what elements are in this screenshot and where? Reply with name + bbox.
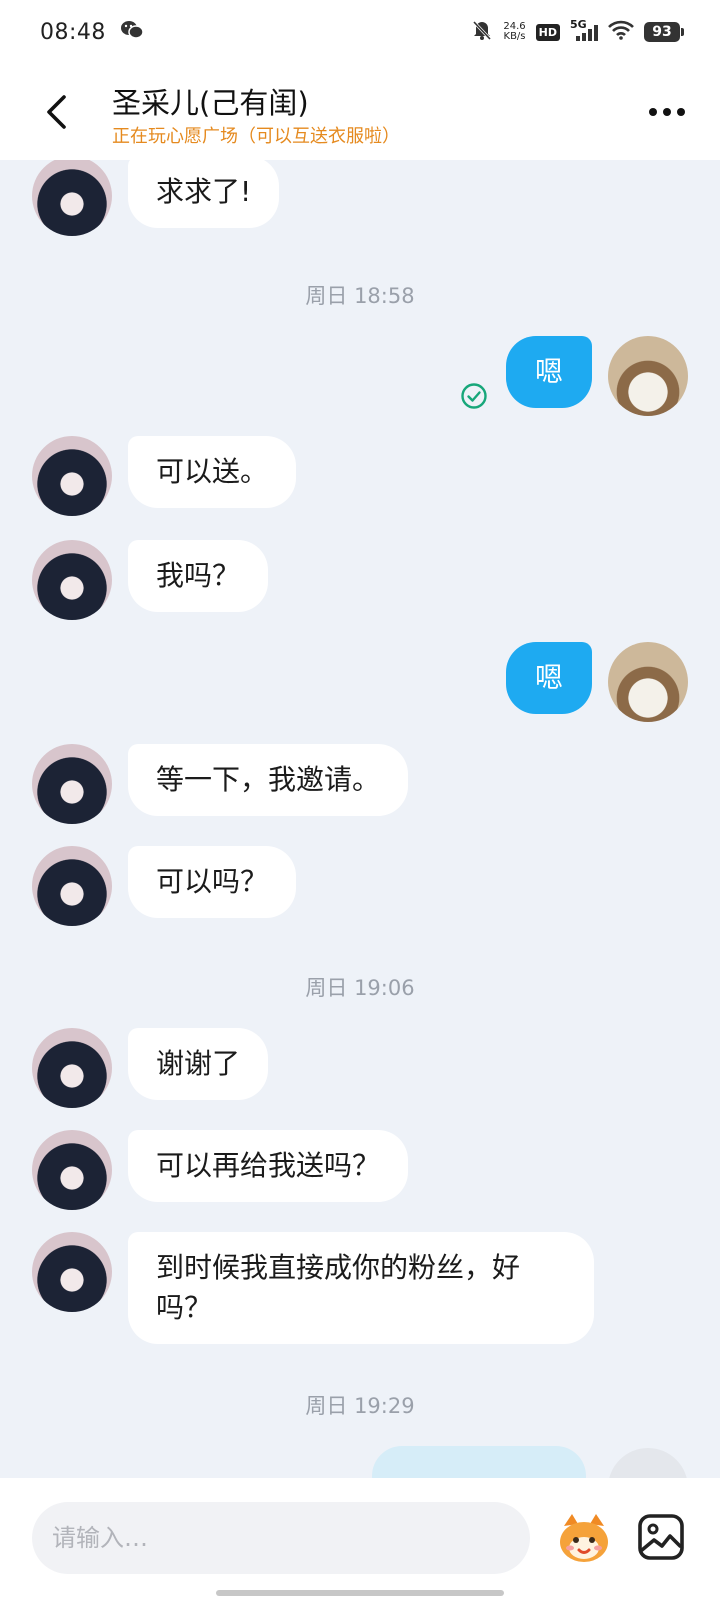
contact-avatar[interactable]	[32, 1130, 112, 1210]
contact-avatar[interactable]	[32, 1232, 112, 1312]
status-bar: 08:48 24.6 KB/s HD 5G 93	[0, 0, 720, 64]
status-right: 24.6 KB/s HD 5G 93	[471, 18, 684, 45]
message-bubble[interactable]: 嗯	[505, 336, 592, 408]
net-speed-unit: KB/s	[503, 31, 526, 42]
more-dots-icon	[677, 108, 685, 116]
battery-icon: 93	[644, 22, 684, 42]
message-bubble[interactable]: 嗯	[505, 642, 592, 714]
my-avatar[interactable]	[608, 642, 688, 722]
message-bubble[interactable]: 等一下，我邀请。	[128, 744, 409, 816]
net-speed: 24.6 KB/s	[503, 22, 525, 42]
my-avatar[interactable]	[608, 336, 688, 416]
contact-avatar[interactable]	[32, 744, 112, 824]
contact-avatar[interactable]	[32, 160, 112, 236]
message-input[interactable]	[32, 1502, 530, 1574]
wifi-icon	[608, 20, 634, 44]
network-label: 5G	[570, 18, 587, 31]
contact-activity-status[interactable]: 正在玩心愿广场（可以互送衣服啦）	[112, 122, 400, 148]
message-bubble[interactable]: 我吗？	[128, 540, 269, 612]
image-button[interactable]	[636, 1512, 686, 1562]
contact-avatar[interactable]	[32, 436, 112, 516]
message-timestamp: 周日 19:06	[305, 976, 415, 1000]
status-left: 08:48	[40, 19, 144, 45]
contact-avatar[interactable]	[32, 540, 112, 620]
message-bubble[interactable]: 谢谢了	[128, 1028, 269, 1100]
contact-avatar[interactable]	[32, 1028, 112, 1108]
chat-header: 圣采儿(己有闺) 正在玩心愿广场（可以互送衣服啦）	[0, 64, 720, 160]
contact-avatar[interactable]	[32, 846, 112, 926]
message-bubble[interactable]: 可以送。	[128, 436, 297, 508]
message-bubble[interactable]: 可以再给我送吗？	[128, 1130, 409, 1202]
partial-message-bubble[interactable]	[372, 1446, 586, 1478]
chevron-left-icon	[47, 95, 66, 129]
emoji-button[interactable]	[554, 1508, 614, 1568]
mascot-emoji-icon	[560, 1514, 608, 1562]
message-timestamp: 周日 19:29	[305, 1394, 415, 1418]
image-icon	[638, 1514, 684, 1560]
more-dots-icon	[663, 108, 671, 116]
wechat-icon	[120, 19, 144, 45]
message-timestamp: 周日 18:58	[305, 284, 415, 308]
message-bubble[interactable]: 可以吗？	[128, 846, 297, 918]
back-button[interactable]	[38, 90, 74, 134]
message-bubble[interactable]: 到时候我直接成你的粉丝，好吗？	[128, 1232, 594, 1344]
home-indicator[interactable]	[216, 1590, 504, 1596]
status-time: 08:48	[40, 19, 106, 45]
signal-icon: 5G	[570, 18, 598, 42]
more-options-button[interactable]	[644, 94, 690, 130]
read-check-icon	[461, 383, 487, 409]
mute-bell-icon	[471, 19, 493, 45]
message-list[interactable]: 求求了! 周日 18:58 嗯 可以送。 我吗？ 嗯 等一下，我邀请。 可以吗？…	[0, 160, 720, 1478]
partial-avatar[interactable]	[608, 1448, 688, 1478]
battery-level: 93	[652, 24, 672, 40]
more-dots-icon	[649, 108, 657, 116]
hd-badge: HD	[535, 23, 560, 41]
composer-bar	[0, 1478, 720, 1600]
message-bubble[interactable]: 求求了!	[128, 160, 280, 228]
contact-name[interactable]: 圣采儿(己有闺)	[112, 80, 309, 122]
